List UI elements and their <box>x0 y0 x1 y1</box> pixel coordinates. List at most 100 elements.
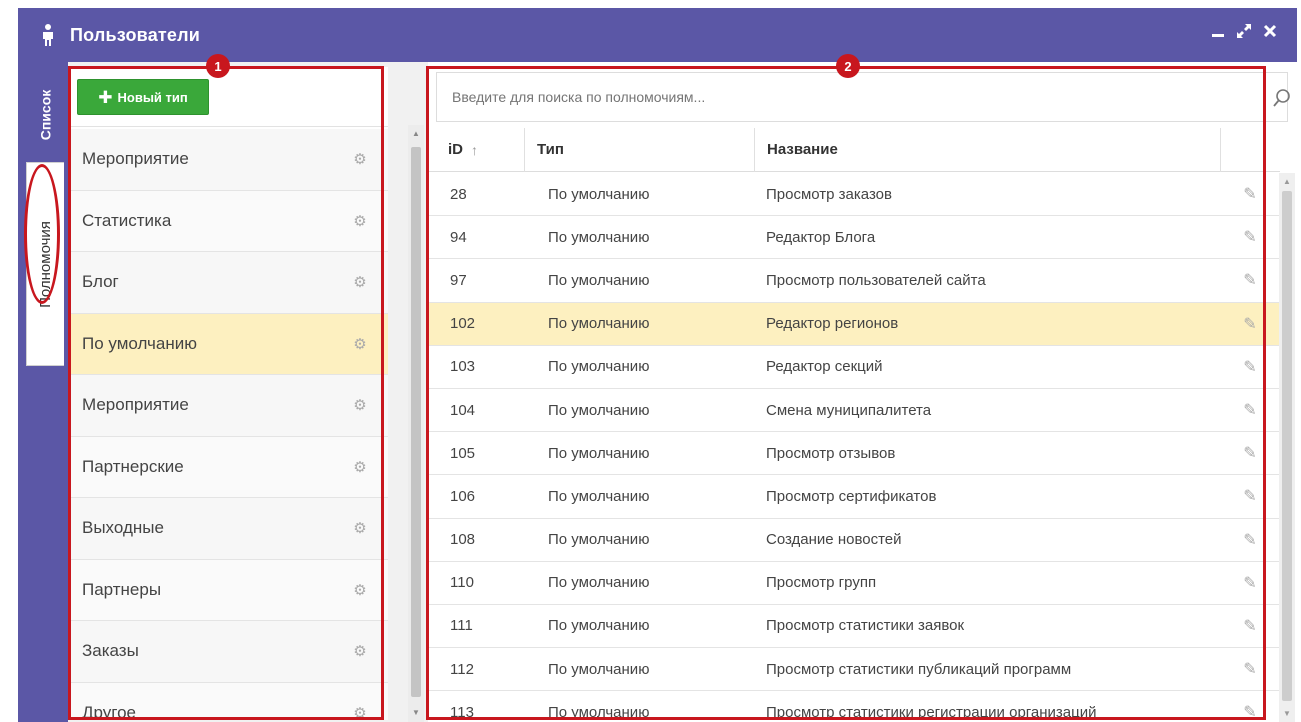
gear-icon[interactable]: ⚙ <box>352 520 368 537</box>
type-list-item[interactable]: Партнеры ⚙ <box>70 559 388 621</box>
table-row[interactable]: 112 По умолчанию Просмотр статистики публи… <box>428 648 1294 692</box>
type-list-item[interactable]: Статистика ⚙ <box>70 190 388 252</box>
row-actions: ✎ <box>1220 270 1280 290</box>
new-type-button[interactable]: ✚ Новый тип <box>77 79 209 115</box>
content-area: ✚ Новый тип Мероприятие ⚙ Статистика ⚙ Блог ⚙… <box>68 62 1297 722</box>
pencil-icon[interactable]: ✎ <box>1243 702 1256 722</box>
gear-icon[interactable]: ⚙ <box>352 582 368 599</box>
gear-icon[interactable]: ⚙ <box>352 213 368 230</box>
cell-type: По умолчанию <box>548 315 650 333</box>
gear-icon[interactable]: ⚙ <box>352 336 368 353</box>
pencil-icon[interactable]: ✎ <box>1243 443 1256 463</box>
cell-name: Смена муниципалитета <box>766 401 932 419</box>
table-row[interactable]: 113 По умолчанию Просмотр статистики регис… <box>428 691 1294 722</box>
minimize-icon[interactable] <box>1209 22 1227 40</box>
cell-name: Просмотр сертификатов <box>766 487 937 505</box>
window-title: Пользователи <box>70 24 201 45</box>
row-actions: ✎ <box>1220 184 1280 204</box>
type-list-item[interactable]: Выходные ⚙ <box>70 498 388 560</box>
close-icon[interactable] <box>1261 22 1279 40</box>
pencil-icon[interactable]: ✎ <box>1243 314 1256 334</box>
cell-type: По умолчанию <box>548 271 650 289</box>
type-list-item[interactable]: По умолчанию ⚙ <box>70 313 388 375</box>
scroll-up-icon[interactable]: ▲ <box>1282 177 1292 186</box>
gear-icon[interactable]: ⚙ <box>352 459 368 476</box>
left-scrollbar[interactable]: ▲ ▼ <box>408 125 424 722</box>
gear-icon[interactable]: ⚙ <box>352 705 368 720</box>
header-id[interactable]: iD ↑ <box>428 141 524 158</box>
gear-icon[interactable]: ⚙ <box>352 151 368 168</box>
table-row[interactable]: 94 По умолчанию Редактор Блога ✎ <box>428 216 1294 260</box>
plus-icon: ✚ <box>98 87 113 107</box>
maximize-icon[interactable] <box>1235 22 1253 40</box>
pencil-icon[interactable]: ✎ <box>1243 486 1256 506</box>
cell-name: Просмотр статистики заявок <box>766 617 965 635</box>
scroll-thumb[interactable] <box>1282 191 1292 701</box>
gear-icon[interactable]: ⚙ <box>352 274 368 291</box>
cell-type: По умолчанию <box>548 660 650 678</box>
type-item-label: Статистика <box>82 210 172 230</box>
tab-permissions[interactable]: Полномочия <box>26 162 64 366</box>
cell-name: Просмотр статистики регистрации организа… <box>766 703 1097 721</box>
permission-types-panel: ✚ Новый тип Мероприятие ⚙ Статистика ⚙ Блог ⚙… <box>70 67 388 720</box>
type-item-label: Партнерские <box>82 456 184 476</box>
table-row[interactable]: 28 По умолчанию Просмотр заказов ✎ <box>428 173 1294 217</box>
scroll-down-icon[interactable]: ▼ <box>411 708 421 718</box>
pencil-icon[interactable]: ✎ <box>1243 400 1256 420</box>
cell-type: По умолчанию <box>548 487 650 505</box>
cell-name: Просмотр отзывов <box>766 444 896 462</box>
tab-list[interactable]: Список <box>26 70 64 160</box>
table-row[interactable]: 97 По умолчанию Просмотр пользователей сай… <box>428 259 1294 303</box>
table-row[interactable]: 106 По умолчанию Просмотр сертификатов ✎ <box>428 475 1294 519</box>
pencil-icon[interactable]: ✎ <box>1243 357 1256 377</box>
type-list-item[interactable]: Заказы ⚙ <box>70 621 388 683</box>
pencil-icon[interactable]: ✎ <box>1243 530 1256 550</box>
row-actions: ✎ <box>1220 573 1280 593</box>
table-row[interactable]: 104 По умолчанию Смена муниципалитета ✎ <box>428 389 1294 433</box>
gear-icon[interactable]: ⚙ <box>352 643 368 660</box>
annotation-badge-1: 1 <box>206 54 230 78</box>
cell-name: Просмотр групп <box>766 574 877 592</box>
table-row[interactable]: 111 По умолчанию Просмотр статистики заяво… <box>428 605 1294 649</box>
pencil-icon[interactable]: ✎ <box>1243 227 1256 247</box>
type-list-item[interactable]: Другое ⚙ <box>70 682 388 720</box>
cell-type: По умолчанию <box>548 444 650 462</box>
permissions-panel: iD ↑ Тип Название 28По умолчаниюПросмотр… <box>428 62 1297 722</box>
table-row[interactable]: 108 По умолчанию Создание новостей ✎ <box>428 519 1294 562</box>
scroll-thumb[interactable] <box>411 147 421 697</box>
search-icon[interactable] <box>1271 87 1293 109</box>
title-bar: Пользователи <box>18 8 1297 62</box>
scroll-up-icon[interactable]: ▲ <box>411 129 421 139</box>
gear-icon[interactable]: ⚙ <box>352 397 368 414</box>
cell-type: По умолчанию <box>548 401 650 419</box>
scroll-down-icon[interactable]: ▼ <box>1282 709 1292 718</box>
type-list-item[interactable]: Блог ⚙ <box>70 252 388 314</box>
table-row[interactable]: 102 По умолчанию Редактор регионов ✎ <box>428 302 1294 346</box>
table-row[interactable]: 103 По умолчанию Редактор секций ✎ <box>428 346 1294 389</box>
header-type[interactable]: Тип <box>524 127 754 172</box>
pencil-icon[interactable]: ✎ <box>1243 616 1256 636</box>
header-name[interactable]: Название <box>754 127 1220 172</box>
type-list-item[interactable]: Мероприятие ⚙ <box>70 129 388 191</box>
type-list-item[interactable]: Мероприятие ⚙ <box>70 375 388 437</box>
pencil-icon[interactable]: ✎ <box>1243 270 1256 290</box>
row-actions: ✎ <box>1220 616 1280 636</box>
cell-type: По умолчанию <box>548 574 650 592</box>
cell-name: Просмотр пользователей сайта <box>766 271 986 289</box>
pencil-icon[interactable]: ✎ <box>1243 184 1256 204</box>
table-row[interactable]: 105 По умолчанию Просмотр отзывов ✎ <box>428 432 1294 476</box>
search-input[interactable] <box>437 89 1217 105</box>
type-list-item[interactable]: Партнерские ⚙ <box>70 436 388 498</box>
left-toolbar: ✚ Новый тип <box>70 67 388 127</box>
pencil-icon[interactable]: ✎ <box>1243 573 1256 593</box>
table-row[interactable]: 110 По умолчанию Просмотр групп ✎ <box>428 562 1294 605</box>
user-icon <box>38 23 58 47</box>
right-scrollbar[interactable]: ▲ ▼ <box>1279 173 1295 722</box>
row-actions: ✎ <box>1220 530 1280 550</box>
cell-name: Редактор секций <box>766 358 883 376</box>
tab-permissions-label: Полномочия <box>37 220 55 308</box>
pencil-icon[interactable]: ✎ <box>1243 659 1256 679</box>
row-actions: ✎ <box>1220 314 1280 334</box>
row-actions: ✎ <box>1220 486 1280 506</box>
table-header: iD ↑ Тип Название <box>428 127 1280 172</box>
